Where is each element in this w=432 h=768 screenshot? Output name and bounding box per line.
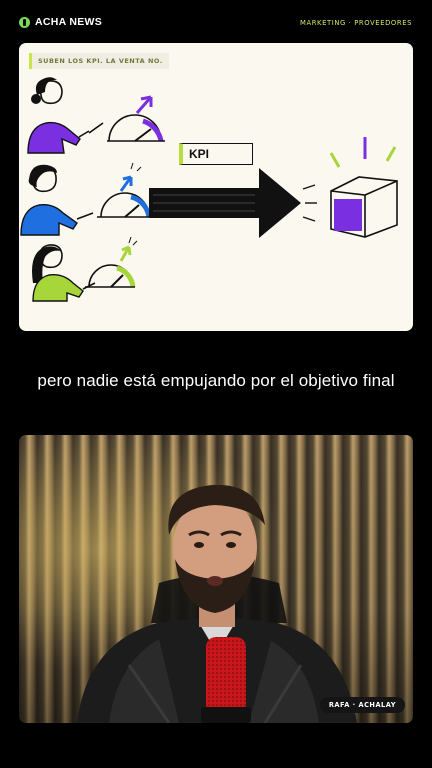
headline-tag: SUBEN LOS KPI. LA VENTA NO. <box>29 53 169 69</box>
kpi-label: KPI <box>179 143 253 165</box>
brand-logo-icon <box>19 16 30 28</box>
person-blue <box>20 164 94 236</box>
person-green <box>32 244 96 302</box>
gauge-purple <box>107 95 165 142</box>
top-bar: ACHA NEWS MARKETING · PROVEEDORES <box>0 0 432 44</box>
motion-lines <box>302 184 317 222</box>
gauge-green <box>85 236 138 288</box>
brand: ACHA NEWS <box>19 16 102 28</box>
presenter-name-tag: RAFA · ACHALAY <box>319 697 405 713</box>
presenter-video[interactable]: RAFA · ACHALAY <box>19 435 413 723</box>
section-label: MARKETING · PROVEEDORES <box>300 19 412 27</box>
illustration <box>20 77 398 302</box>
brand-name: ACHA NEWS <box>35 16 103 28</box>
caption: pero nadie está empujando por el objetiv… <box>37 371 395 390</box>
gauge-blue <box>97 162 153 218</box>
presenter-figure <box>77 484 357 723</box>
person-purple <box>27 77 104 154</box>
big-arrow <box>149 168 301 238</box>
box <box>329 137 398 238</box>
illustration-card: SUBEN LOS KPI. LA VENTA NO. KPI <box>19 43 413 331</box>
